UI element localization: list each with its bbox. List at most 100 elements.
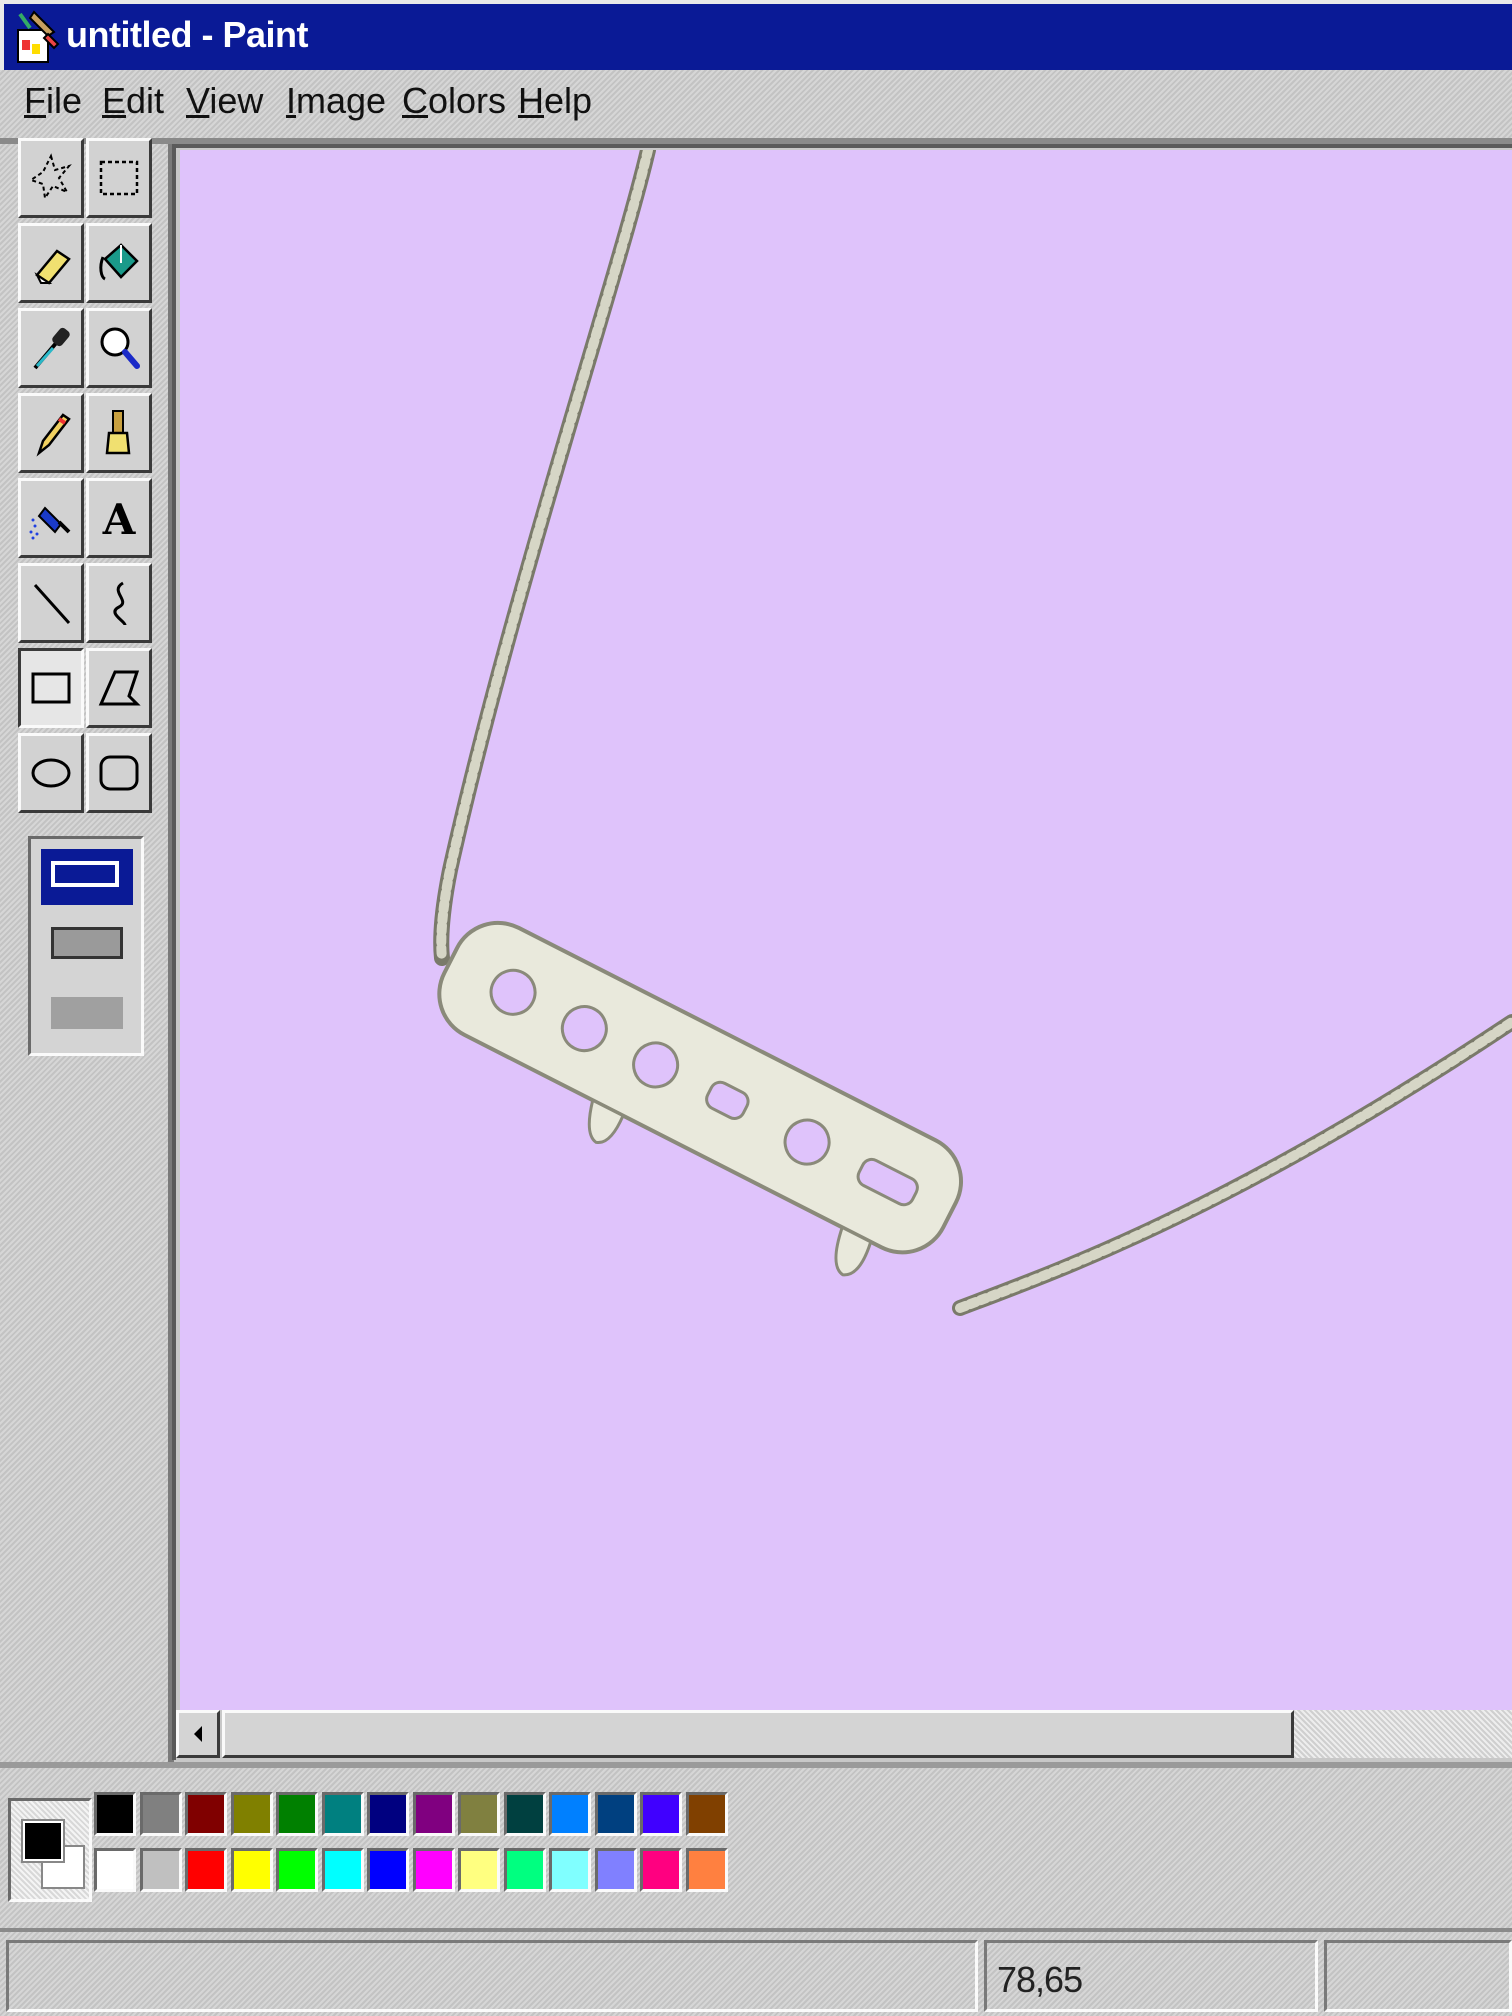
palette-swatch[interactable] [458,1848,500,1892]
menu-label-rest: olors [428,80,507,121]
scroll-left-button[interactable] [176,1710,220,1758]
window-title: untitled - Paint [66,14,308,55]
menu-accelerator: H [518,80,544,121]
necklace-image [433,150,1512,1316]
curve-icon [113,581,127,626]
tool-pick-color[interactable] [18,308,84,388]
tool-free-form-select[interactable] [18,138,84,218]
palette-swatch[interactable] [185,1792,227,1836]
palette-swatch[interactable] [367,1792,409,1836]
palette-swatch[interactable] [140,1848,182,1892]
tool-rectangle[interactable] [18,648,84,728]
palette-swatch[interactable] [322,1792,364,1836]
tool-line[interactable] [18,563,84,643]
palette-swatch[interactable] [94,1848,136,1892]
airbrush-icon [29,506,71,540]
menu-label-rest: dit [126,80,165,121]
menu-label-rest: mage [296,80,387,121]
palette-swatch[interactable] [231,1792,273,1836]
palette-swatch[interactable] [322,1848,364,1892]
palette-swatch[interactable] [595,1792,637,1836]
rounded-rectangle-icon [99,755,139,791]
status-message-panel [6,1940,978,2012]
tool-curve[interactable] [86,563,152,643]
palette-swatch[interactable] [185,1848,227,1892]
tool-select[interactable] [86,138,152,218]
menu-bar: File Edit View Image Colors Help [0,70,1512,140]
scroll-track[interactable] [1294,1710,1512,1758]
pencil-icon [36,413,71,457]
menu-label-rest: iew [209,80,264,121]
palette-swatch[interactable] [94,1792,136,1836]
fill-option-outline-filled[interactable] [41,917,133,973]
line-icon [33,583,71,625]
title-bar: untitled - Paint [0,0,1512,70]
palette-swatch[interactable] [413,1792,455,1836]
tool-options-panel [28,836,144,1056]
palette-swatch[interactable] [595,1848,637,1892]
color-palette [0,1768,1512,1928]
menu-image[interactable]: Image [286,80,386,122]
tool-pencil[interactable] [18,393,84,473]
palette-swatch[interactable] [413,1848,455,1892]
magnifier-icon [100,327,140,369]
ellipse-icon [31,758,71,788]
menu-accelerator: C [402,80,428,121]
free-form-select-icon [28,153,72,201]
menu-label-rest: ile [46,80,83,121]
menu-file[interactable]: File [24,80,82,122]
status-size-panel [1324,1940,1512,2012]
menu-edit[interactable]: Edit [102,80,164,122]
fill-option-filled[interactable] [41,987,133,1043]
foreground-color-swatch[interactable] [21,1819,65,1863]
status-bar: 78,65 [0,1932,1512,2016]
drawing-canvas[interactable] [180,150,1512,1710]
tool-ellipse[interactable] [18,733,84,813]
tool-eraser[interactable] [18,223,84,303]
palette-swatch[interactable] [140,1792,182,1836]
palette-swatch[interactable] [640,1848,682,1892]
horizontal-scrollbar[interactable] [176,1710,1512,1758]
eyedropper-icon [33,327,70,370]
rect-select-icon [99,160,139,196]
tool-magnifier[interactable] [86,308,152,388]
menu-help[interactable]: Help [518,80,592,122]
scroll-thumb[interactable] [222,1710,1294,1758]
palette-swatch[interactable] [504,1848,546,1892]
palette-swatch[interactable] [504,1792,546,1836]
palette-swatch[interactable] [686,1848,728,1892]
fill-bucket-icon [99,243,139,281]
tool-airbrush[interactable] [18,478,84,558]
brush-icon [105,410,131,455]
palette-swatch[interactable] [231,1848,273,1892]
svg-text:A: A [102,495,137,544]
menu-colors[interactable]: Colors [402,80,506,122]
palette-swatch[interactable] [549,1848,591,1892]
eraser-icon [34,249,71,285]
text-icon: A [102,495,137,544]
tool-rounded-rectangle[interactable] [86,733,152,813]
tool-text[interactable]: A [86,478,152,558]
cursor-coordinates: 78,65 [997,1959,1083,2000]
menu-label-rest: elp [544,80,593,121]
status-coords-panel: 78,65 [984,1940,1318,2012]
palette-swatch[interactable] [276,1792,318,1836]
tool-polygon[interactable] [86,648,152,728]
menu-accelerator: V [186,80,210,121]
tool-brush[interactable] [86,393,152,473]
palette-swatch[interactable] [458,1792,500,1836]
paint-app-icon [17,10,60,63]
menu-accelerator: E [102,80,127,121]
palette-swatch[interactable] [549,1792,591,1836]
palette-swatch[interactable] [640,1792,682,1836]
palette-swatch[interactable] [686,1792,728,1836]
palette-swatch[interactable] [367,1848,409,1892]
current-colors[interactable] [8,1798,92,1902]
fill-option-outline[interactable] [41,849,133,905]
menu-view[interactable]: View [186,80,263,122]
arrow-left-icon [194,1726,202,1742]
palette-swatch[interactable] [276,1848,318,1892]
menu-accelerator: F [24,80,46,121]
polygon-icon [98,670,141,706]
tool-fill-with-color[interactable] [86,223,152,303]
